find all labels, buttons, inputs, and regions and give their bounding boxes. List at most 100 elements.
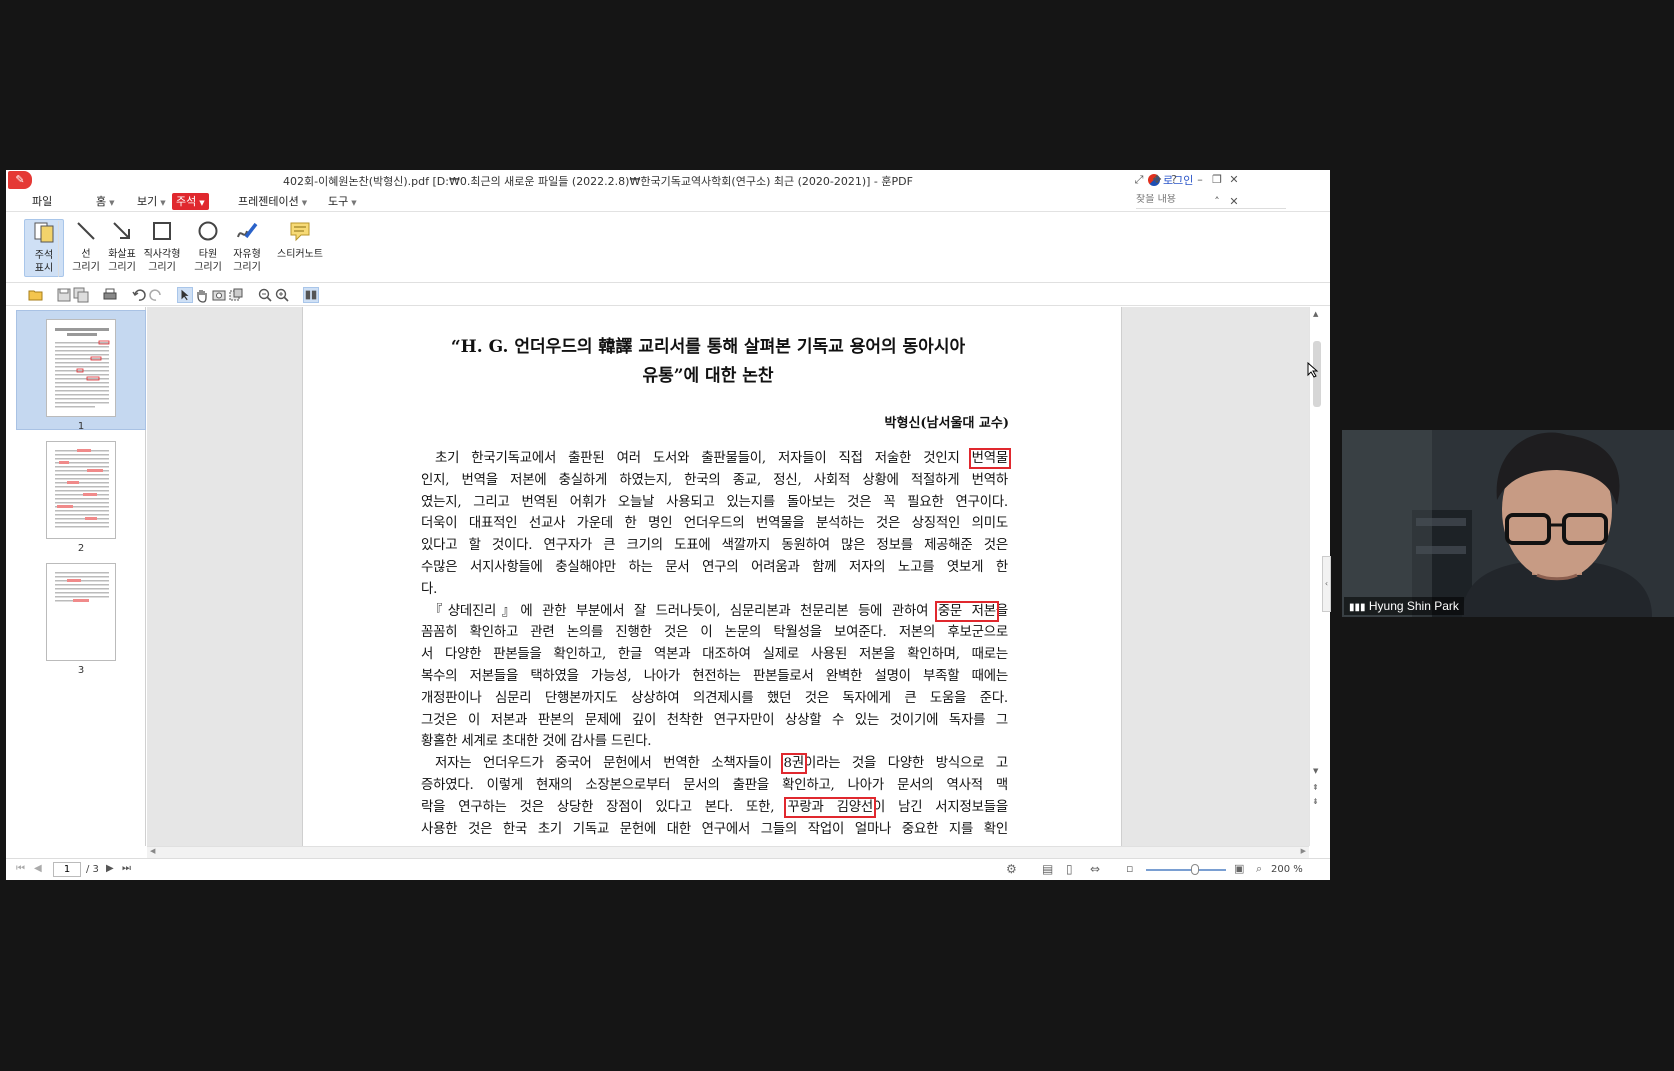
draw-freehand-button[interactable]: 자유형 그리기 [227, 219, 267, 277]
zoom-out-icon[interactable] [257, 287, 273, 303]
menu-view[interactable]: 보기 ▼ [133, 193, 170, 210]
zoom-in-icon[interactable] [274, 287, 290, 303]
zoom-minus-icon[interactable]: ▫ [1126, 862, 1133, 875]
thumbnail-page-lines [55, 328, 110, 408]
first-page-icon[interactable]: ⏮ [16, 863, 25, 874]
find-input[interactable] [1136, 194, 1266, 205]
text-line: 인지, 번역을 저본에 충실하게 하였는지, 한국의 종교, 정신, 사회적 상… [421, 472, 1008, 488]
scroll-left-icon[interactable]: ◀ [150, 847, 155, 855]
draw-ellipse-label-2: 그리기 [194, 262, 222, 273]
annotation-box-courant-kim[interactable]: 꾸랑과 김양선 [784, 796, 876, 818]
fit-page-icon[interactable]: ▯ [1066, 862, 1073, 876]
annotation-box-translation[interactable]: 번역물 [968, 448, 1012, 469]
text-run: 이라는 것을 다양한 방식으로 고 [803, 756, 1008, 772]
next-page-button-icon[interactable]: ▶ [106, 863, 114, 874]
menu-presentation[interactable]: 프레젠테이션 ▼ [234, 193, 311, 210]
pdf-page: “H. G. 언더우드의 韓譯 교리서를 통해 살펴본 기독교 용어의 동아시아… [302, 307, 1122, 846]
save-icon[interactable] [56, 287, 72, 303]
last-page-icon[interactable]: ⏭ [122, 863, 131, 874]
snapshot-icon[interactable] [211, 287, 227, 303]
fit-icon[interactable]: ✥ [1149, 171, 1165, 188]
document-title: “H. G. 언더우드의 韓譯 교리서를 통해 살펴본 기독교 용어의 동아시아… [413, 333, 1003, 391]
undo-icon[interactable] [131, 287, 147, 303]
draw-line-label-1: 선 [81, 249, 91, 260]
draw-ellipse-button[interactable]: 타원그리기 [188, 219, 228, 277]
draw-arrow-label-1: 화살표 [108, 249, 136, 260]
region-copy-icon[interactable] [228, 287, 244, 303]
fit-width-icon[interactable]: ⇔ [1090, 862, 1100, 876]
close-icon[interactable]: ✕ [1226, 171, 1242, 188]
chevron-down-icon: ▼ [199, 199, 205, 207]
text-line: 『샹데진리』에 관한 부분에서 잘 드러나듯이, 심문리본과 천문리본 등에 관… [421, 600, 1008, 623]
participant-video [1342, 430, 1674, 617]
single-page-icon[interactable]: ▤ [1042, 862, 1053, 876]
zoom-slider-handle[interactable] [1191, 864, 1199, 875]
chevron-down-icon: ▼ [351, 199, 357, 207]
next-page-icon[interactable]: ⇟ [1312, 797, 1319, 806]
display-settings-icon[interactable]: ⚙ [1006, 862, 1017, 876]
status-bar: ⏮ ◀ / 3 ▶ ⏭ ⚙ ▤ ▯ ⇔ ▫ ▣ ⌕ 200 % [6, 858, 1330, 880]
zoom-slider[interactable] [1146, 869, 1226, 871]
window-title: 402회-이혜원논찬(박형신).pdf [D:₩0.최근의 새로운 파일들 (2… [283, 175, 913, 188]
text-line: 개정판이나 심문리 단행본까지도 상상하여 의견제시를 했던 것은 독자에게 큰… [421, 690, 1008, 706]
draw-arrow-label-2: 그리기 [108, 262, 136, 273]
redo-icon[interactable] [148, 287, 164, 303]
pdf-viewer-window: ✎ 402회-이혜원논찬(박형신).pdf [D:₩0.최근의 새로운 파일들 … [6, 170, 1330, 880]
zoom-magnifier-icon[interactable]: ⌕ [1256, 862, 1262, 876]
arrow-icon [113, 222, 130, 239]
scroll-right-icon[interactable]: ▶ [1301, 847, 1306, 855]
fullscreen-icon[interactable]: ⤢ [1131, 171, 1147, 188]
page-thumbnail-1[interactable]: 1 [16, 310, 146, 432]
minimize-icon[interactable]: – [1192, 171, 1208, 188]
quick-toolbar [6, 284, 1330, 306]
draw-line-button[interactable]: 선 그리기 [66, 219, 106, 277]
text-line: 다. [421, 581, 438, 597]
two-page-view-icon[interactable] [303, 287, 319, 303]
draw-ellipse-label-1: 타원 [198, 249, 218, 260]
thumbnail-label: 3 [77, 665, 85, 676]
chevron-down-icon: ▼ [109, 199, 115, 207]
collapse-panel-icon[interactable]: ‹ [1322, 556, 1331, 612]
text-line: 증하였다. 이렇게 현재의 소장본으로부터 문서의 출판을 확인하고, 나아가 … [421, 777, 1008, 793]
close-find-icon[interactable]: ✕ [1226, 193, 1242, 210]
text-line: 락을 연구하는 것은 상당한 장점이 있다고 본다. 또한, 꾸랑과 김양선이 … [421, 796, 1008, 819]
page-thumbnail-2[interactable]: 2 [16, 439, 146, 559]
document-title-line-2: 유통”에 대한 논찬 [642, 366, 774, 386]
menu-annotate[interactable]: 주석 ▼ [172, 193, 209, 210]
select-cursor-icon[interactable] [177, 287, 193, 303]
text-run: 초기 한국기독교에서 출판된 여러 도서와 출판물들이, 저자들이 직접 저술한… [435, 451, 972, 466]
text-run: 저자는 언더우드가 중국어 문헌에서 번역한 소책자들이 [435, 756, 784, 772]
menu-bar: 파일 홈▼ 보기▼ 주석▼ 프레젠테이션▼ 도구▼ ˄ ✕ [6, 190, 1330, 212]
sticky-note-button[interactable]: 스티커노트 [274, 219, 326, 277]
text-line: 복수의 저본들을 택하였을 가능성, 나아가 현전하는 판본들로서 완벽한 설명… [421, 668, 1008, 684]
menu-tools[interactable]: 도구 ▼ [324, 193, 361, 210]
restore-icon[interactable]: ❐ [1209, 171, 1225, 188]
annotation-box-chinese-source[interactable]: 중문 저본 [934, 600, 999, 622]
scroll-down-icon[interactable]: ▼ [1313, 767, 1318, 775]
chevron-up-icon[interactable]: ˄ [1209, 193, 1225, 210]
save-all-icon[interactable] [73, 287, 89, 303]
annotation-box-eight-volumes[interactable]: 8권 [780, 753, 808, 775]
prev-page-icon[interactable]: ◀ [34, 863, 42, 874]
scroll-up-icon[interactable]: ▲ [1313, 310, 1318, 318]
draw-arrow-button[interactable]: 화살표그리기 [102, 219, 142, 277]
page-number-input[interactable] [53, 862, 81, 877]
document-viewer[interactable]: “H. G. 언더우드의 韓譯 교리서를 통해 살펴본 기독교 용어의 동아시아… [147, 307, 1316, 846]
open-folder-icon[interactable] [28, 287, 44, 303]
text-run: 『샹데진리』에 관한 부분에서 잘 드러나듯이, 심문리본과 천문리본 등에 관… [429, 603, 938, 619]
ellipse-icon [198, 221, 218, 241]
menu-file[interactable]: 파일 [28, 193, 56, 210]
app-logo-icon[interactable]: ✎ [8, 171, 32, 189]
print-icon[interactable] [102, 287, 118, 303]
zoom-fit-icon[interactable]: ▣ [1234, 862, 1244, 875]
zoom-level: 200 % [1271, 864, 1303, 875]
previous-page-icon[interactable]: ⇞ [1312, 783, 1319, 792]
menu-home[interactable]: 홈 ▼ [92, 193, 119, 210]
page-thumbnail-3[interactable]: 3 [16, 561, 146, 681]
video-tile: ▮▮▮ Hyung Shin Park [1342, 430, 1674, 617]
draw-rectangle-button[interactable]: 직사각형 그리기 [138, 219, 186, 277]
help-button[interactable]: ? [1166, 171, 1182, 188]
vertical-scrollbar[interactable]: ▲ ▼ ⇞ ⇟ [1309, 307, 1323, 846]
horizontal-scrollbar[interactable]: ◀ ▶ [147, 846, 1309, 858]
hand-tool-icon[interactable] [194, 287, 210, 303]
